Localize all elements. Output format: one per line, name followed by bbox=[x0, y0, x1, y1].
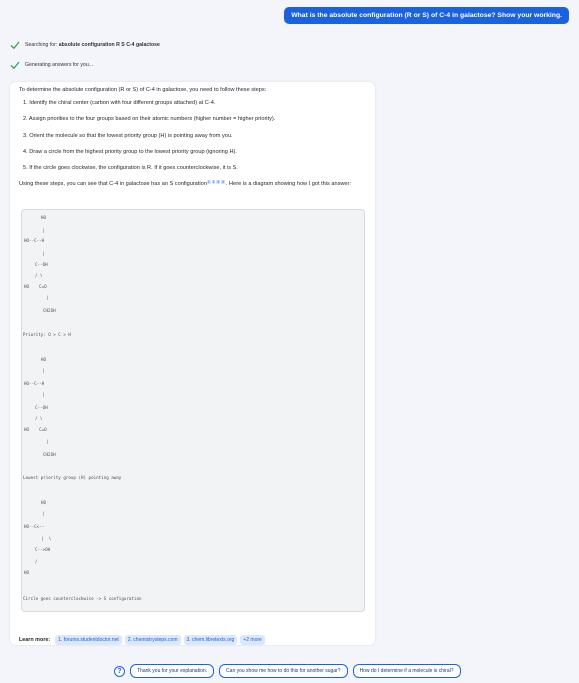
suggestion-thanks-button[interactable]: Thank you for your explanation. bbox=[130, 664, 215, 678]
status-generating: Generating answers for you... bbox=[10, 60, 93, 70]
code-line: | bbox=[46, 295, 49, 300]
summary-text: Using these steps, you can see that C-4 … bbox=[19, 181, 207, 187]
code-line: Circle goes counterclockwise -> S config… bbox=[23, 596, 142, 601]
citation-badge[interactable]: 1 bbox=[206, 180, 211, 185]
code-line: C--OH bbox=[35, 262, 48, 267]
step-item: 4. Draw a circle from the highest priori… bbox=[23, 148, 237, 155]
status-prefix: Searching for: bbox=[25, 42, 59, 48]
code-line: HO bbox=[41, 215, 47, 220]
answer-summary: Using these steps, you can see that C-4 … bbox=[19, 180, 371, 189]
code-line: | bbox=[42, 368, 45, 373]
code-line: | \ bbox=[41, 536, 52, 541]
code-line: | bbox=[42, 392, 45, 397]
learn-more-bar: Learn more: 1. forums.studentdoctor.net … bbox=[19, 635, 265, 645]
check-icon bbox=[10, 61, 20, 70]
code-line: HO C=O bbox=[24, 427, 47, 432]
code-line: C-->OH bbox=[35, 547, 51, 552]
citation-badge[interactable]: 3 bbox=[216, 180, 221, 185]
source-link[interactable]: 2. chemistrysteps.com bbox=[124, 635, 181, 645]
suggestion-another-sugar-button[interactable]: Can you show me how to do this for anoth… bbox=[219, 664, 348, 678]
code-line: | bbox=[46, 439, 49, 444]
user-message-bubble: What is the absolute configuration (R or… bbox=[284, 7, 569, 24]
code-line: HO bbox=[24, 570, 30, 575]
code-line: HO--C--H bbox=[24, 238, 45, 243]
code-line: Priority: O > C > H bbox=[23, 332, 71, 337]
step-item: 2. Assign priorities to the four groups … bbox=[23, 116, 276, 123]
code-line: CH2OH bbox=[43, 308, 56, 313]
code-line: CH2OH bbox=[43, 452, 56, 457]
source-link[interactable]: 3. chem.libretexts.org bbox=[183, 635, 238, 645]
code-line: HO bbox=[41, 357, 47, 362]
suggestion-bar: ? Thank you for your explanation. Can yo… bbox=[114, 664, 461, 678]
code-line: Lowest priority group (H) pointing away bbox=[23, 475, 122, 480]
code-line: | bbox=[42, 251, 45, 256]
step-item: 5. If the circle goes clockwise, the con… bbox=[23, 165, 238, 172]
learn-more-label: Learn more: bbox=[19, 637, 51, 643]
code-line: HO--C--H bbox=[24, 381, 45, 386]
step-item: 1. Identify the chiral center (carbon wi… bbox=[23, 100, 216, 106]
suggestion-chirality-button[interactable]: How do I determine if a molecule is chir… bbox=[352, 664, 461, 678]
code-block: HO | HO--C--H | C--OH / \ HO C=O | CH2OH… bbox=[21, 209, 365, 612]
code-line: / \ bbox=[35, 273, 43, 278]
code-line: / bbox=[35, 559, 38, 564]
citation-badge[interactable]: 2 bbox=[211, 180, 216, 185]
source-link[interactable]: 1. forums.studentdoctor.net bbox=[55, 635, 122, 645]
check-icon bbox=[10, 41, 20, 50]
code-line: | bbox=[42, 228, 45, 233]
status-query: absolute configuration R S C-4 galactose bbox=[58, 42, 160, 48]
steps-list: 1. Identify the chiral center (carbon wi… bbox=[23, 99, 373, 180]
code-line: / \ bbox=[35, 416, 43, 421]
citation-badge[interactable]: 4 bbox=[221, 180, 225, 185]
code-line: HO bbox=[41, 500, 47, 505]
help-icon[interactable]: ? bbox=[114, 665, 125, 677]
code-line: C--OH bbox=[35, 405, 48, 410]
more-sources-link[interactable]: +2 more bbox=[240, 635, 265, 645]
answer-intro: To determine the absolute configuration … bbox=[19, 87, 267, 93]
summary-text: . Here is a diagram showing how I got th… bbox=[225, 181, 351, 187]
status-prefix: Generating answers for you... bbox=[25, 62, 94, 68]
code-line: HO C=O bbox=[24, 284, 47, 289]
code-line: | bbox=[42, 511, 45, 516]
answer-card: To determine the absolute configuration … bbox=[10, 82, 375, 645]
step-item: 3. Orient the molecule so that the lowes… bbox=[23, 132, 233, 139]
status-searching: Searching for: absolute configuration R … bbox=[10, 40, 160, 50]
code-line: HO--C<-- bbox=[24, 524, 45, 529]
